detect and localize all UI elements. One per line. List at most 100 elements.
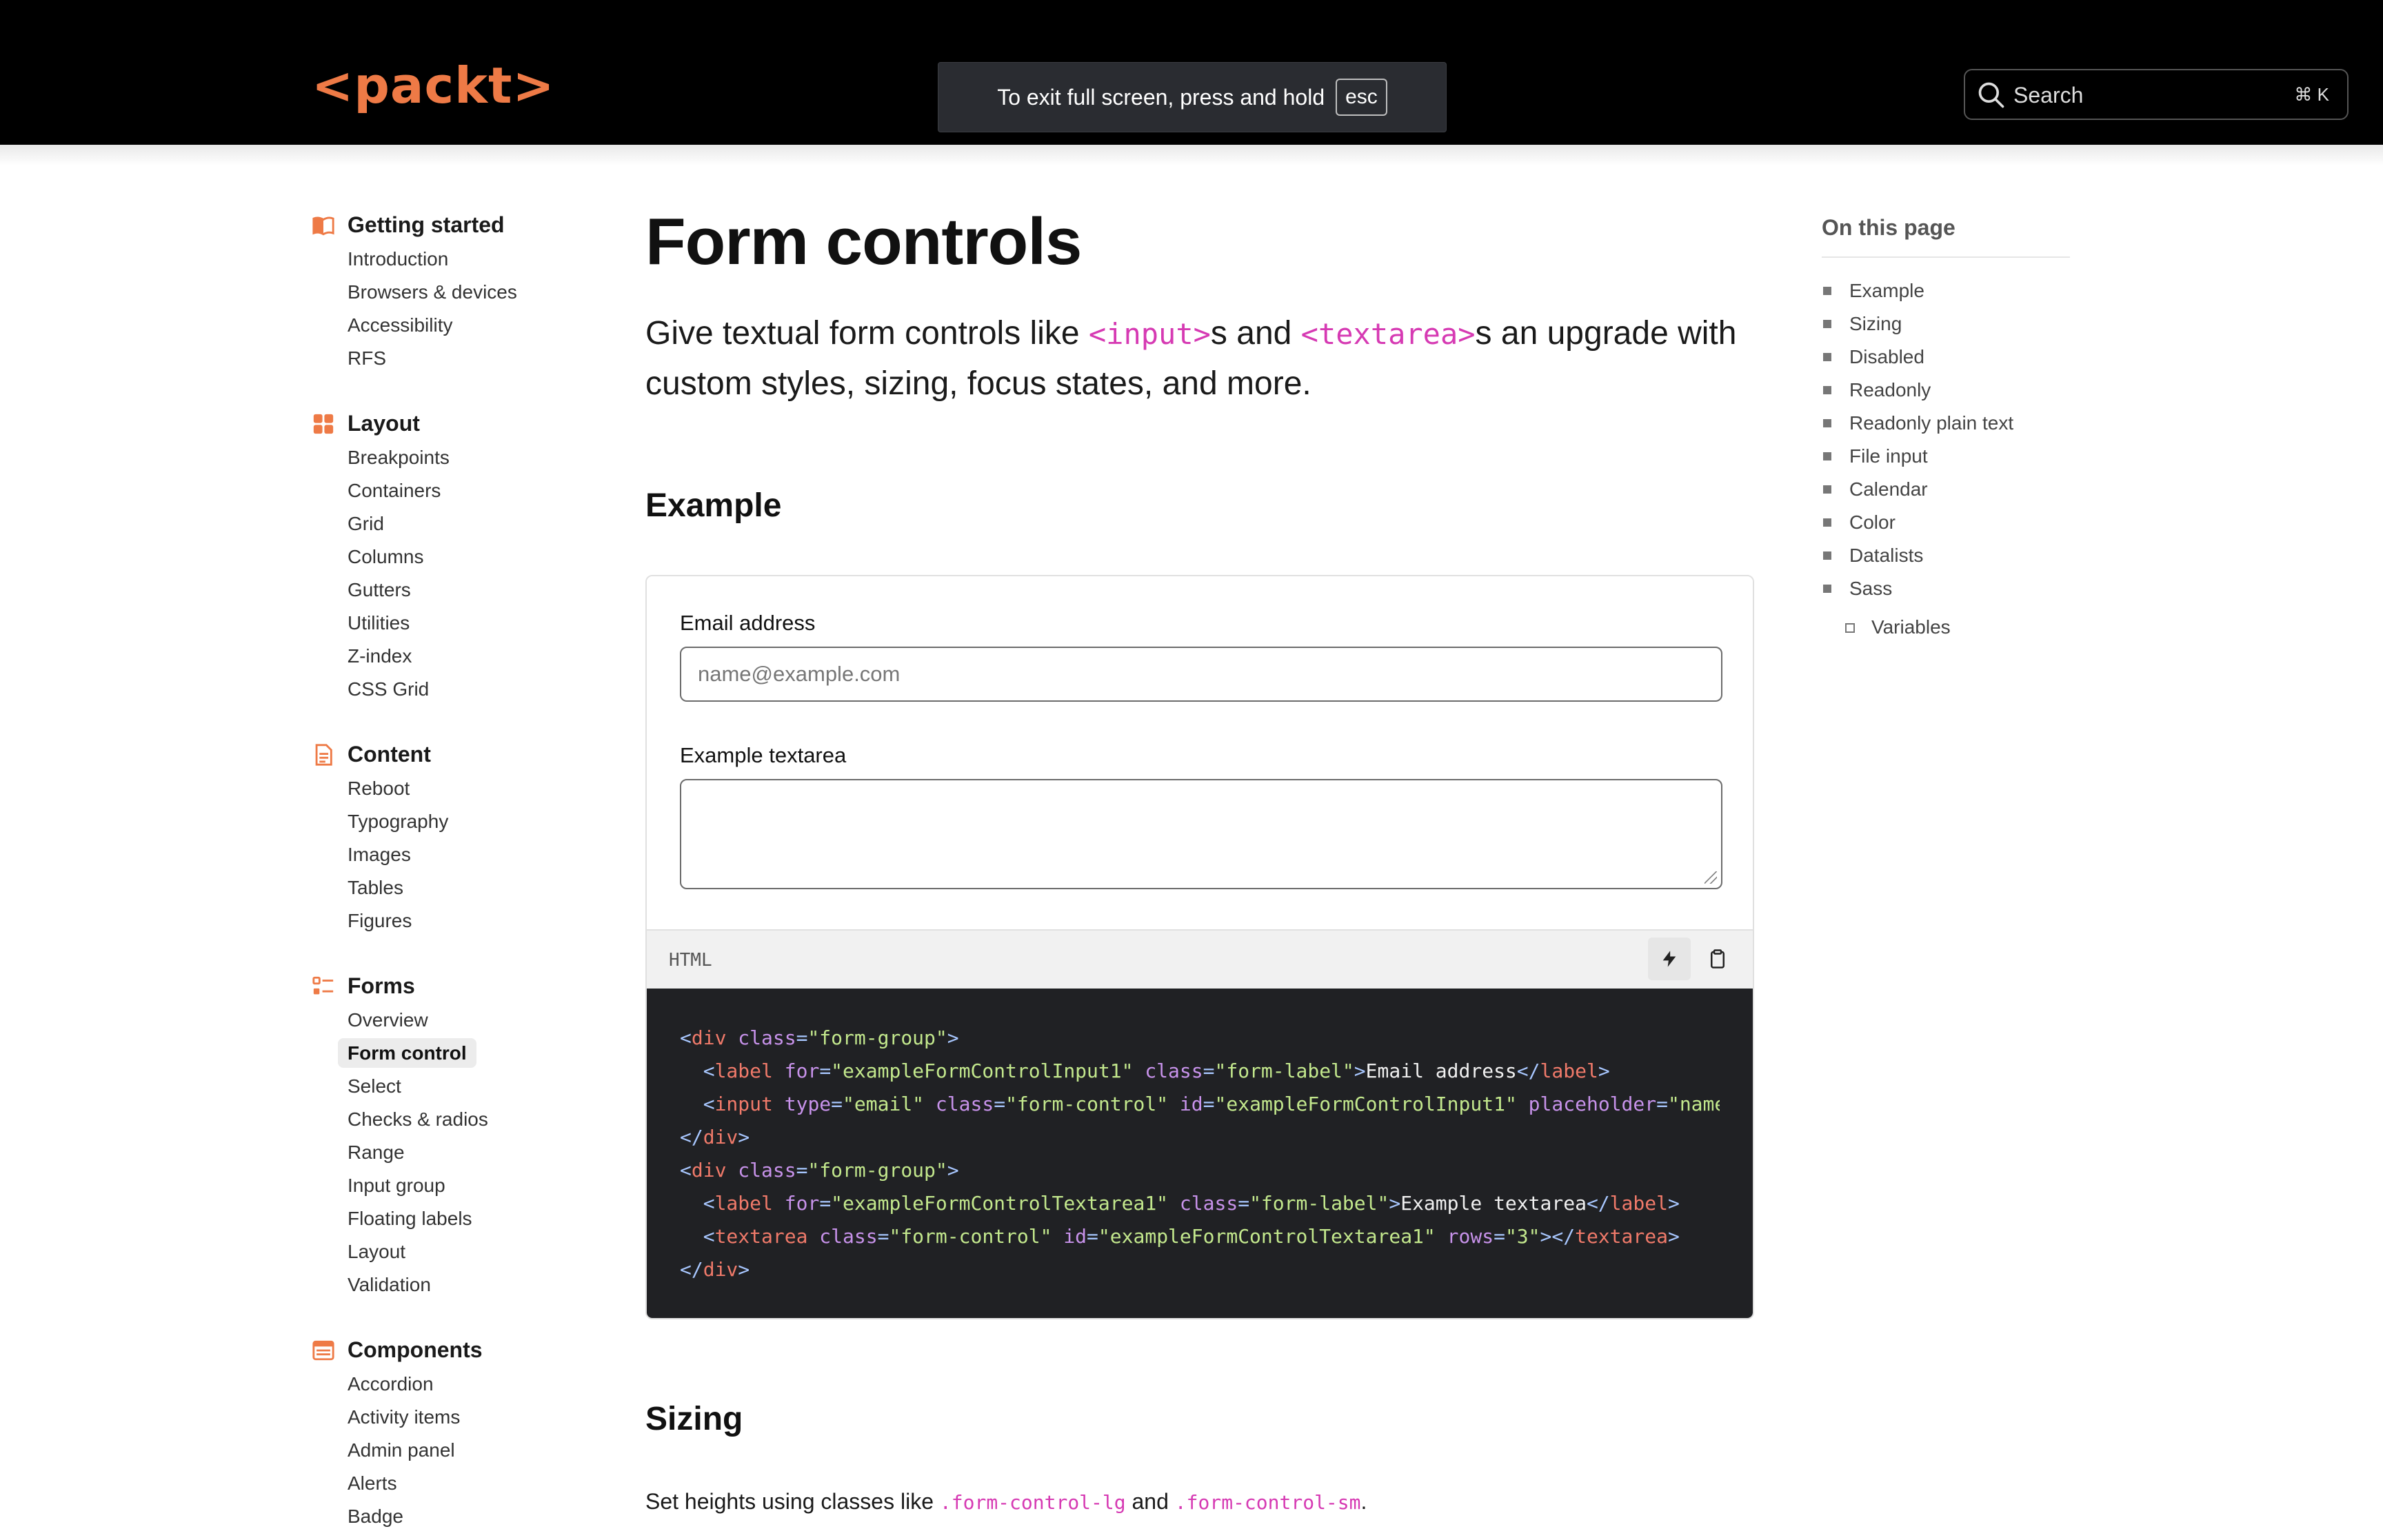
code-line: <div class="form-group"> <box>680 1159 959 1182</box>
sidebar-item-grid[interactable]: Grid <box>312 507 601 540</box>
nav-group-getting-started: Getting started Introduction Browsers & … <box>312 207 601 405</box>
code-language-label: HTML <box>669 950 712 971</box>
nav-group-title: Layout <box>348 410 420 436</box>
nav-group-layout: Layout Breakpoints Containers Grid Colum… <box>312 405 601 736</box>
email-field[interactable]: name@example.com <box>680 647 1722 702</box>
sidebar-item-css-grid[interactable]: CSS Grid <box>312 673 601 706</box>
sidebar-item-floating-labels[interactable]: Floating labels <box>312 1202 601 1235</box>
checklist-icon <box>312 976 334 995</box>
sidebar-item-layout[interactable]: Layout <box>312 1235 601 1268</box>
toc-item-readonly[interactable]: Readonly <box>1822 374 2070 407</box>
sidebar-item-containers[interactable]: Containers <box>312 474 601 507</box>
nav-group-title: Getting started <box>348 212 505 237</box>
search-box[interactable]: Search ⌘ K <box>1964 69 2349 120</box>
nav-group-content: Content Reboot Typography Images Tables … <box>312 736 601 968</box>
lead-text: s and <box>1210 315 1301 352</box>
example-textarea[interactable] <box>680 779 1722 889</box>
header-shadow <box>0 145 2383 165</box>
code-line: </div> <box>680 1258 750 1281</box>
sidebar-item-figures[interactable]: Figures <box>312 904 601 938</box>
sidebar-item-checks-radios[interactable]: Checks & radios <box>312 1103 601 1136</box>
sidebar-item-breakpoints[interactable]: Breakpoints <box>312 441 601 474</box>
sidebar-item-typography[interactable]: Typography <box>312 805 601 838</box>
code-line: <label for="exampleFormControlInput1" cl… <box>703 1060 1610 1082</box>
lead-paragraph: Give textual form controls like <input>s… <box>645 309 1756 409</box>
toc-item-color[interactable]: Color <box>1822 506 2070 539</box>
sidebar-nav: Getting started Introduction Browsers & … <box>312 207 601 1539</box>
lead-text: Give textual form controls like <box>645 315 1089 352</box>
sidebar-item-images[interactable]: Images <box>312 838 601 871</box>
sidebar-item-gutters[interactable]: Gutters <box>312 574 601 607</box>
components-icon <box>312 1340 334 1361</box>
sizing-text: Set heights using classes like <box>645 1489 940 1514</box>
code-line: <textarea class="form-control" id="examp… <box>703 1225 1680 1248</box>
run-code-button[interactable] <box>1648 938 1691 980</box>
sidebar-item-select[interactable]: Select <box>312 1070 601 1103</box>
example-box: Email address name@example.com Example t… <box>645 575 1754 1319</box>
sidebar-item-badge[interactable]: Badge <box>312 1500 601 1533</box>
sidebar-item-overview[interactable]: Overview <box>312 1004 601 1037</box>
book-icon <box>312 216 334 236</box>
toc-item-file-input[interactable]: File input <box>1822 440 2070 473</box>
sidebar-item-introduction[interactable]: Introduction <box>312 243 601 276</box>
nav-group-title: Components <box>348 1337 483 1362</box>
resize-handle[interactable] <box>1705 871 1717 884</box>
example-heading[interactable]: Example <box>645 487 781 525</box>
document-icon <box>315 744 332 766</box>
fullscreen-notice-text: To exit full screen, press and hold <box>997 84 1325 110</box>
code-line: <label for="exampleFormControlTextarea1"… <box>703 1192 1680 1215</box>
sidebar-item-tables[interactable]: Tables <box>312 871 601 904</box>
esc-key: esc <box>1336 79 1387 116</box>
sidebar-item-activity-items[interactable]: Activity items <box>312 1401 601 1434</box>
sidebar-item-z-index[interactable]: Z-index <box>312 640 601 673</box>
inline-code-textarea: <textarea> <box>1300 317 1476 351</box>
sidebar-item-range[interactable]: Range <box>312 1136 601 1169</box>
nav-group-forms: Forms Overview Form control Select Check… <box>312 968 601 1332</box>
inline-code-sm: .form-control-sm <box>1174 1491 1361 1514</box>
toc-item-calendar[interactable]: Calendar <box>1822 473 2070 506</box>
toc-item-datalists[interactable]: Datalists <box>1822 539 2070 572</box>
lightning-icon <box>1662 951 1676 967</box>
fullscreen-notice: To exit full screen, press and hold esc <box>938 62 1447 132</box>
table-of-contents: On this page Example Sizing Disabled Rea… <box>1822 215 2070 644</box>
packt-logo[interactable]: <packt> <box>312 61 555 110</box>
toc-item-example[interactable]: Example <box>1822 274 2070 307</box>
copy-code-button[interactable] <box>1696 938 1739 980</box>
toc-item-readonly-plain-text[interactable]: Readonly plain text <box>1822 407 2070 440</box>
email-placeholder: name@example.com <box>698 662 901 686</box>
toc-title: On this page <box>1822 215 2070 258</box>
example-preview: Email address name@example.com Example t… <box>647 576 1753 929</box>
sizing-text: . <box>1360 1489 1367 1514</box>
sidebar-item-form-control[interactable]: Form control <box>312 1037 601 1070</box>
sidebar-item-input-group[interactable]: Input group <box>312 1169 601 1202</box>
sidebar-item-accordion[interactable]: Accordion <box>312 1368 601 1401</box>
inline-code-input: <input> <box>1088 317 1211 351</box>
grid-icon <box>313 414 334 434</box>
nav-group-header[interactable]: Components <box>312 1332 601 1368</box>
sidebar-item-admin-panel[interactable]: Admin panel <box>312 1434 601 1467</box>
toc-item-sass[interactable]: Sass <box>1822 572 2070 605</box>
sidebar-item-rfs[interactable]: RFS <box>312 342 601 375</box>
sidebar-item-columns[interactable]: Columns <box>312 540 601 574</box>
sidebar-item-validation[interactable]: Validation <box>312 1268 601 1301</box>
sidebar-item-browsers-devices[interactable]: Browsers & devices <box>312 276 601 309</box>
nav-group-header[interactable]: Content <box>312 736 601 772</box>
nav-group-title: Forms <box>348 973 415 998</box>
top-bar: <packt> To exit full screen, press and h… <box>0 0 2383 145</box>
sidebar-item-utilities[interactable]: Utilities <box>312 607 601 640</box>
page-title: Form controls <box>645 205 1082 278</box>
sidebar-item-accessibility[interactable]: Accessibility <box>312 309 601 342</box>
sidebar-item-reboot[interactable]: Reboot <box>312 772 601 805</box>
sidebar-item-label: Form control <box>338 1038 476 1068</box>
search-icon <box>1978 82 2004 108</box>
toc-item-disabled[interactable]: Disabled <box>1822 341 2070 374</box>
sizing-heading[interactable]: Sizing <box>645 1400 743 1438</box>
nav-group-header[interactable]: Layout <box>312 405 601 441</box>
nav-group-title: Content <box>348 741 431 767</box>
nav-group-header[interactable]: Forms <box>312 968 601 1004</box>
toc-item-sizing[interactable]: Sizing <box>1822 307 2070 341</box>
sidebar-item-alerts[interactable]: Alerts <box>312 1467 601 1500</box>
nav-group-header[interactable]: Getting started <box>312 207 601 243</box>
email-label: Email address <box>680 611 816 635</box>
toc-item-variables[interactable]: Variables <box>1822 611 2070 644</box>
